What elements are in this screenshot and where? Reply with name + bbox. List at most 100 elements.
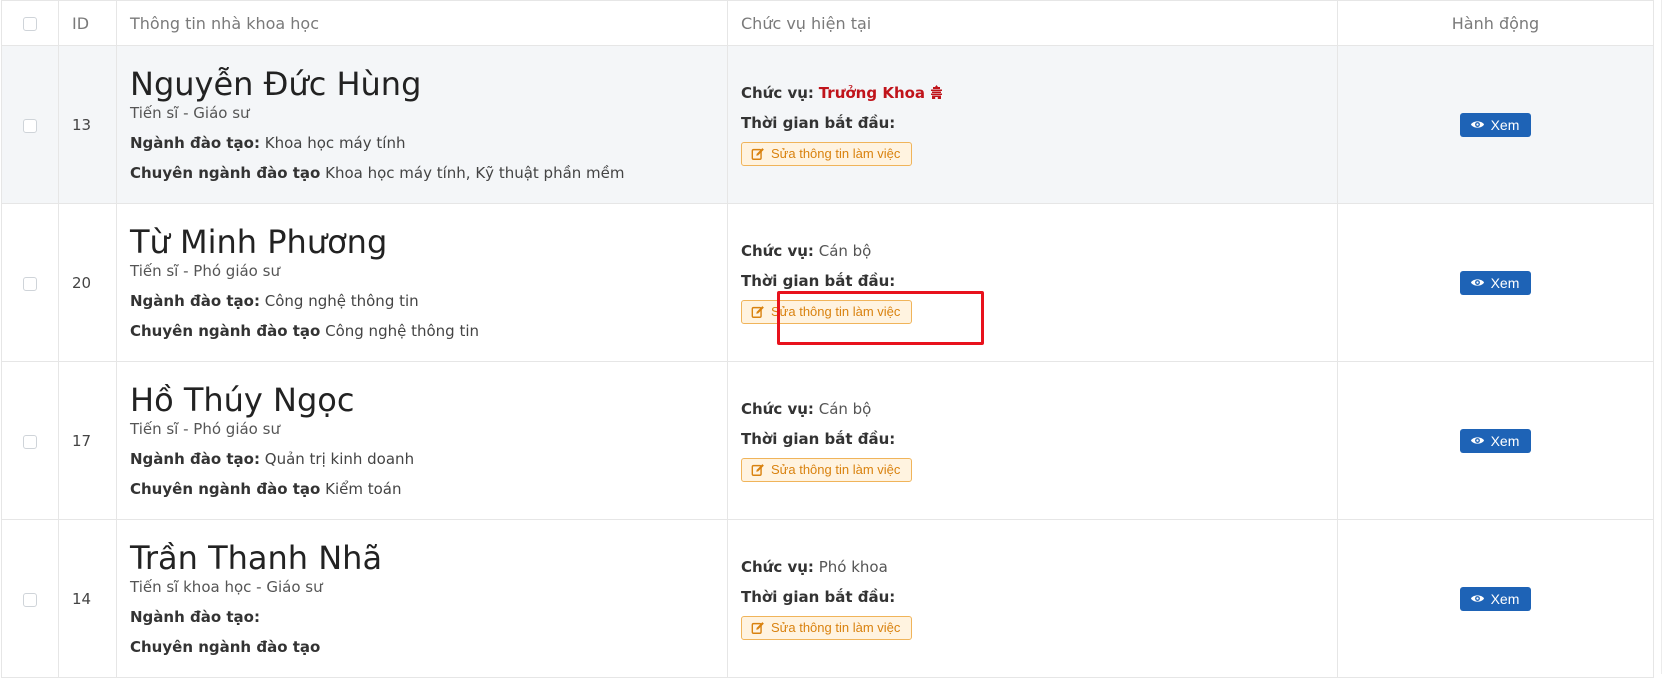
view-button[interactable]: Xem — [1459, 270, 1532, 295]
specialty-label: Chuyên ngành đào tạo — [130, 480, 321, 498]
start-time-label: Thời gian bắt đầu: — [741, 587, 896, 606]
scientist-name: Trần Thanh Nhã — [130, 539, 383, 577]
row-checkbox[interactable] — [23, 592, 37, 607]
row-checkbox-cell[interactable] — [1, 45, 59, 204]
row-checkbox-cell[interactable] — [1, 519, 59, 678]
edit-work-info-button[interactable]: Sửa thông tin làm việc — [741, 299, 913, 324]
view-button-label: Xem — [1490, 116, 1520, 133]
specialty-line: Chuyên ngành đào tạo Kiểm toán — [130, 480, 726, 498]
view-button[interactable]: Xem — [1459, 428, 1532, 453]
edit-button-label: Sửa thông tin làm việc — [771, 620, 901, 635]
scientist-info-cell: Trần Thanh Nhã Tiến sĩ khoa học - Giáo s… — [116, 519, 728, 678]
row-id: 13 — [58, 45, 117, 204]
position-cell: Chức vụ: Trưởng Khoa Thời gian bắt đầu: … — [727, 45, 1338, 204]
scientist-name: Hồ Thúy Ngọc — [130, 381, 355, 419]
major-line: Ngành đào tạo: — [130, 608, 726, 626]
row-checkbox-cell[interactable] — [1, 361, 59, 520]
major-value: Quản trị kinh doanh — [264, 450, 415, 468]
position-value: Phó khoa — [818, 557, 888, 576]
major-label: Ngành đào tạo: — [130, 608, 260, 626]
position-value: Trưởng Khoa — [818, 83, 926, 102]
specialty-label: Chuyên ngành đào tạo — [130, 164, 321, 182]
edit-button-label: Sửa thông tin làm việc — [771, 146, 901, 161]
row-id: 20 — [58, 203, 117, 362]
scientist-table: ID Thông tin nhà khoa học Chức vụ hiện t… — [1, 0, 1654, 678]
position-label: Chức vụ: — [741, 241, 814, 260]
id-column-header[interactable]: ID — [58, 0, 117, 46]
row-checkbox[interactable] — [23, 118, 37, 133]
start-time-line: Thời gian bắt đầu: — [741, 588, 1336, 606]
major-line: Ngành đào tạo: Quản trị kinh doanh — [130, 450, 726, 468]
specialty-label: Chuyên ngành đào tạo — [130, 638, 321, 656]
position-value: Cán bộ — [818, 399, 872, 418]
table-row: 17 Hồ Thúy Ngọc Tiến sĩ - Phó giáo sư Ng… — [1, 361, 1654, 520]
tower-icon — [925, 84, 943, 102]
specialty-value: Khoa học máy tính, Kỹ thuật phần mềm — [325, 164, 625, 182]
scientist-name: Từ Minh Phương — [130, 223, 388, 261]
row-id: 17 — [58, 361, 117, 520]
action-column-header: Hành động — [1337, 0, 1654, 46]
edit-button-label: Sửa thông tin làm việc — [771, 462, 901, 477]
scientist-degree: Tiến sĩ - Phó giáo sư — [130, 262, 280, 280]
edit-button-label: Sửa thông tin làm việc — [771, 304, 901, 319]
table-row: 20 Từ Minh Phương Tiến sĩ - Phó giáo sư … — [1, 203, 1654, 362]
scientist-degree: Tiến sĩ khoa học - Giáo sư — [130, 578, 323, 596]
edit-work-info-button[interactable]: Sửa thông tin làm việc — [741, 615, 913, 640]
specialty-line: Chuyên ngành đào tạo Khoa học máy tính, … — [130, 164, 726, 182]
view-button-label: Xem — [1490, 274, 1520, 291]
action-cell: Xem — [1337, 361, 1654, 520]
start-time-label: Thời gian bắt đầu: — [741, 113, 896, 132]
action-cell: Xem — [1337, 203, 1654, 362]
major-value: Công nghệ thông tin — [264, 292, 419, 310]
position-line: Chức vụ: Trưởng Khoa — [741, 84, 1336, 102]
position-label: Chức vụ: — [741, 399, 814, 418]
view-button[interactable]: Xem — [1459, 112, 1532, 137]
view-button-label: Xem — [1490, 432, 1520, 449]
vertical-scrollbar[interactable] — [1661, 0, 1676, 674]
table-row: 14 Trần Thanh Nhã Tiến sĩ khoa học - Giá… — [1, 519, 1654, 678]
view-button-label: Xem — [1490, 590, 1520, 607]
specialty-line: Chuyên ngành đào tạo — [130, 638, 726, 656]
major-label: Ngành đào tạo: — [130, 450, 260, 468]
specialty-value: Kiểm toán — [325, 480, 402, 498]
position-cell: Chức vụ: Cán bộ Thời gian bắt đầu: Sửa t… — [727, 203, 1338, 362]
start-time-label: Thời gian bắt đầu: — [741, 271, 896, 290]
start-time-line: Thời gian bắt đầu: — [741, 114, 1336, 132]
eye-icon — [1470, 121, 1484, 128]
select-all-checkbox-cell[interactable] — [1, 0, 59, 46]
row-id: 14 — [58, 519, 117, 678]
eye-icon — [1470, 595, 1484, 602]
position-line: Chức vụ: Cán bộ — [741, 242, 1336, 260]
scientist-degree: Tiến sĩ - Phó giáo sư — [130, 420, 280, 438]
major-label: Ngành đào tạo: — [130, 134, 260, 152]
major-label: Ngành đào tạo: — [130, 292, 260, 310]
view-button[interactable]: Xem — [1459, 586, 1532, 611]
table-row: 13 Nguyễn Đức Hùng Tiến sĩ - Giáo sư Ngà… — [1, 45, 1654, 204]
scientist-info-cell: Nguyễn Đức Hùng Tiến sĩ - Giáo sư Ngành … — [116, 45, 728, 204]
action-cell: Xem — [1337, 519, 1654, 678]
info-column-header[interactable]: Thông tin nhà khoa học — [116, 0, 728, 46]
action-cell: Xem — [1337, 45, 1654, 204]
eye-icon — [1470, 437, 1484, 444]
position-line: Chức vụ: Cán bộ — [741, 400, 1336, 418]
edit-work-info-button[interactable]: Sửa thông tin làm việc — [741, 141, 913, 166]
position-cell: Chức vụ: Cán bộ Thời gian bắt đầu: Sửa t… — [727, 361, 1338, 520]
start-time-line: Thời gian bắt đầu: — [741, 272, 1336, 290]
edit-icon — [751, 147, 764, 160]
specialty-line: Chuyên ngành đào tạo Công nghệ thông tin — [130, 322, 726, 340]
major-line: Ngành đào tạo: Khoa học máy tính — [130, 134, 726, 152]
select-all-checkbox[interactable] — [23, 17, 37, 31]
position-label: Chức vụ: — [741, 557, 814, 576]
edit-work-info-button[interactable]: Sửa thông tin làm việc — [741, 457, 913, 482]
row-checkbox-cell[interactable] — [1, 203, 59, 362]
position-line: Chức vụ: Phó khoa — [741, 558, 1336, 576]
row-checkbox[interactable] — [23, 434, 37, 449]
row-checkbox[interactable] — [23, 276, 37, 291]
major-line: Ngành đào tạo: Công nghệ thông tin — [130, 292, 726, 310]
scientist-info-cell: Từ Minh Phương Tiến sĩ - Phó giáo sư Ngà… — [116, 203, 728, 362]
edit-icon — [751, 305, 764, 318]
scientist-degree: Tiến sĩ - Giáo sư — [130, 104, 250, 122]
eye-icon — [1470, 279, 1484, 286]
scientist-table-container: ID Thông tin nhà khoa học Chức vụ hiện t… — [1, 0, 1654, 678]
position-column-header[interactable]: Chức vụ hiện tại — [727, 0, 1338, 46]
